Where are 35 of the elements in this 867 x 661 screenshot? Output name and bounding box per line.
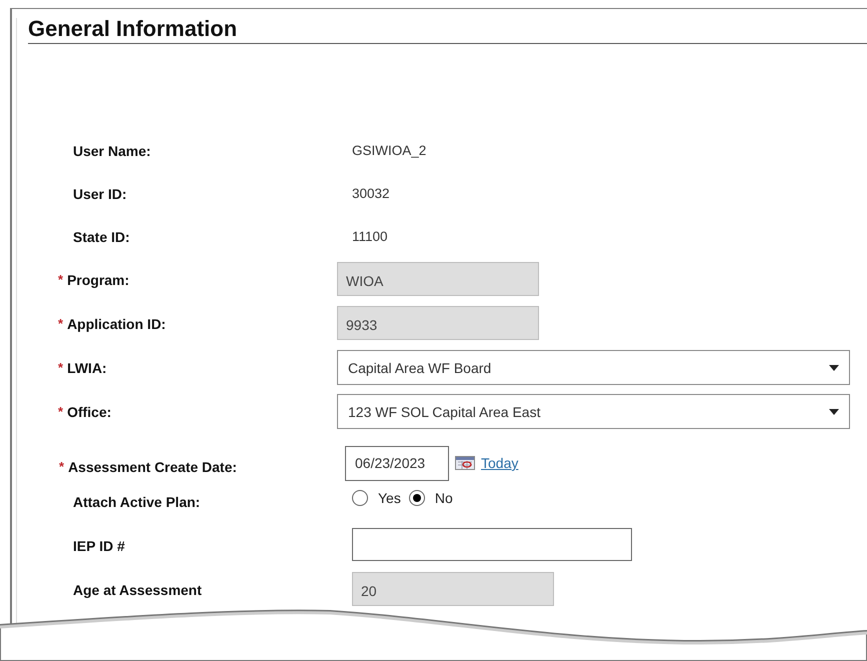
field-label: Office:: [67, 404, 112, 420]
section-title: General Information: [28, 16, 867, 44]
caret-icon: [829, 364, 839, 370]
date-field[interactable]: 06/23/2023: [345, 446, 449, 480]
field-label: Assessment Create Date:: [68, 459, 237, 475]
field-label: Program:: [67, 272, 130, 288]
field-label: User ID:: [73, 186, 127, 202]
required-mark: *: [58, 272, 64, 288]
readonly-field: 9933: [337, 306, 539, 340]
today-link[interactable]: Today: [481, 455, 518, 471]
field-value: 30032: [352, 185, 390, 201]
required-mark: *: [58, 316, 64, 332]
field-label: User Name:: [73, 143, 151, 159]
calendar-icon[interactable]: [455, 456, 475, 470]
required-mark: *: [58, 404, 64, 420]
field-label: Attach Active Plan:: [73, 494, 200, 510]
dropdown[interactable]: 123 WF SOL Capital Area East: [337, 394, 850, 429]
required-mark: *: [58, 360, 64, 376]
radio-option[interactable]: No: [408, 490, 453, 506]
field-label: Age at Assessment: [73, 582, 202, 598]
radio-option[interactable]: Yes: [352, 490, 401, 506]
field-value: 11100: [352, 228, 388, 244]
caret-icon: [829, 408, 839, 414]
readonly-field: 20: [352, 572, 554, 606]
radio-button[interactable]: [408, 490, 425, 506]
field-label: State ID:: [73, 229, 130, 245]
radio-button[interactable]: [352, 490, 368, 506]
dropdown[interactable]: Capital Area WF Board: [337, 350, 850, 385]
required-mark: *: [59, 459, 64, 475]
field-label: LWIA:: [67, 360, 107, 376]
readonly-field: WIOA: [337, 262, 539, 296]
input-field[interactable]: [352, 528, 632, 561]
field-label: IEP ID #: [73, 538, 125, 554]
field-label: Application ID:: [67, 316, 166, 332]
field-value: GSIWIOA_2: [352, 142, 426, 158]
